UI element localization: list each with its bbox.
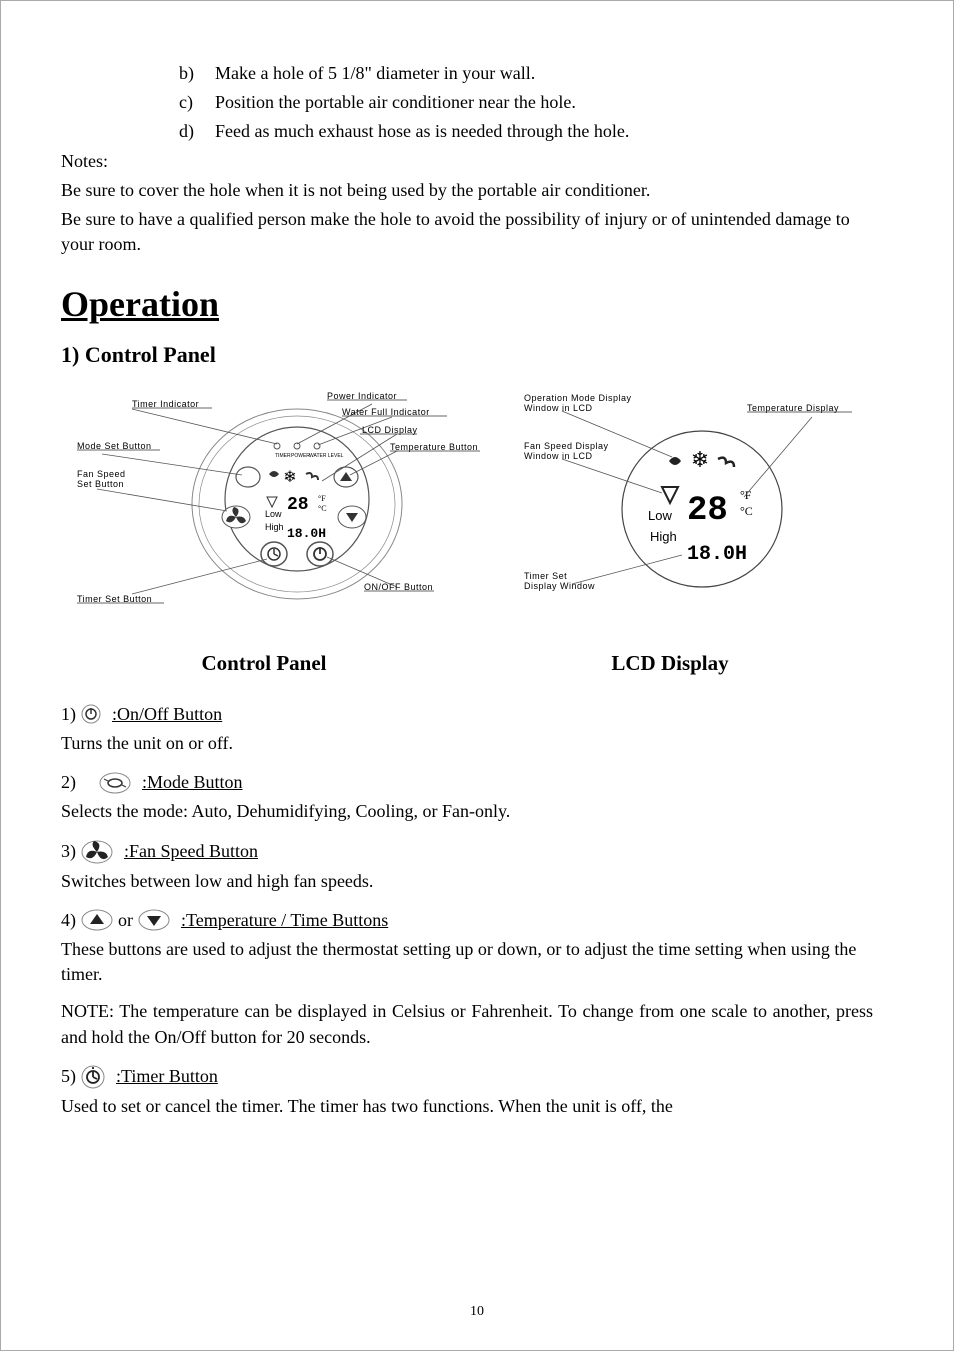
svg-text:°C: °C [740,504,753,518]
svg-text:ON/OFF Button: ON/OFF Button [364,582,433,592]
svg-text:❄: ❄ [691,447,709,472]
svg-text:Low: Low [265,509,282,519]
svg-text:Water Full Indicator: Water Full Indicator [342,407,430,417]
list-item-c: c) Position the portable air conditioner… [179,90,873,115]
button-3-num: 3) [61,839,76,864]
button-4-desc: These buttons are used to adjust the the… [61,937,873,987]
svg-text:WATER LEVEL: WATER LEVEL [309,453,344,459]
list-item-d-text: Feed as much exhaust hose as is needed t… [215,119,629,144]
timer-icon [80,1064,106,1090]
control-panel-figure: TIMER POWER WATER LEVEL ❄ [72,389,482,619]
down-arrow-icon [137,908,171,932]
button-5-num: 5) [61,1064,76,1089]
svg-text:°F: °F [318,494,326,503]
lcd-display-figure: ❄ Low High 28 °F °C 18.0H [522,389,862,619]
svg-text:High: High [265,522,284,532]
svg-text:°C: °C [318,504,327,513]
svg-text:28: 28 [687,492,728,530]
page-number: 10 [1,1302,953,1322]
mode-icon [98,771,132,795]
svg-text:28: 28 [287,495,309,515]
operation-heading: Operation [61,279,873,329]
svg-text:Temperature Display: Temperature Display [747,403,839,413]
svg-text:❄: ❄ [283,469,296,486]
button-2-desc: Selects the mode: Auto, Dehumidifying, C… [61,799,873,824]
list-item-c-text: Position the portable air conditioner ne… [215,90,576,115]
button-5-name: :Timer Button [116,1064,218,1089]
svg-text:Operation Mode Display: Operation Mode Display [524,393,632,403]
svg-text:TIMER: TIMER [275,453,291,459]
svg-text:Low: Low [648,508,672,523]
svg-text:Temperature Button: Temperature Button [390,442,478,452]
button-2-name: :Mode Button [142,770,243,795]
button-3-name: :Fan Speed Button [124,839,258,864]
svg-text:Set Button: Set Button [77,479,124,489]
button-5-desc: Used to set or cancel the timer. The tim… [61,1094,873,1119]
svg-text:POWER: POWER [291,453,310,459]
power-icon [80,703,102,725]
caption-control-panel: Control Panel [61,649,467,678]
svg-text:Display Window: Display Window [524,581,595,591]
svg-text:Timer Set: Timer Set [524,571,567,581]
svg-text:Window in LCD: Window in LCD [524,403,593,413]
list-item-b-text: Make a hole of 5 1/8" diameter in your w… [215,61,535,86]
svg-text:High: High [650,529,677,544]
notes-p2: Be sure to have a qualified person make … [61,207,873,257]
notes-heading: Notes: [61,149,873,174]
button-4-note: NOTE: The temperature can be displayed i… [61,999,873,1049]
control-panel-heading: 1) Control Panel [61,340,873,371]
list-item-b: b) Make a hole of 5 1/8" diameter in you… [179,61,873,86]
button-2-num: 2) [61,770,76,795]
svg-text:LCD Display: LCD Display [362,425,418,435]
button-4-num: 4) [61,908,76,933]
svg-text:Timer Set Button: Timer Set Button [77,594,152,604]
svg-text:18.0H: 18.0H [287,526,326,541]
button-1-name: :On/Off Button [112,702,222,727]
svg-text:Power Indicator: Power Indicator [327,391,397,401]
button-3-desc: Switches between low and high fan speeds… [61,869,873,894]
svg-text:18.0H: 18.0H [687,543,747,566]
or-text: or [118,908,133,933]
svg-text:Mode Set Button: Mode Set Button [77,441,152,451]
caption-lcd-display: LCD Display [467,649,873,678]
list-item-d: d) Feed as much exhaust hose as is neede… [179,119,873,144]
svg-text:Window in LCD: Window in LCD [524,451,593,461]
up-arrow-icon [80,908,114,932]
svg-text:Fan Speed: Fan Speed [77,469,126,479]
fan-icon [80,839,114,865]
button-1-desc: Turns the unit on or off. [61,731,873,756]
button-1-num: 1) [61,702,76,727]
svg-text:Timer Indicator: Timer Indicator [132,399,199,409]
svg-text:Fan Speed Display: Fan Speed Display [524,441,609,451]
button-4-name: :Temperature / Time Buttons [181,908,388,933]
notes-p1: Be sure to cover the hole when it is not… [61,178,873,203]
